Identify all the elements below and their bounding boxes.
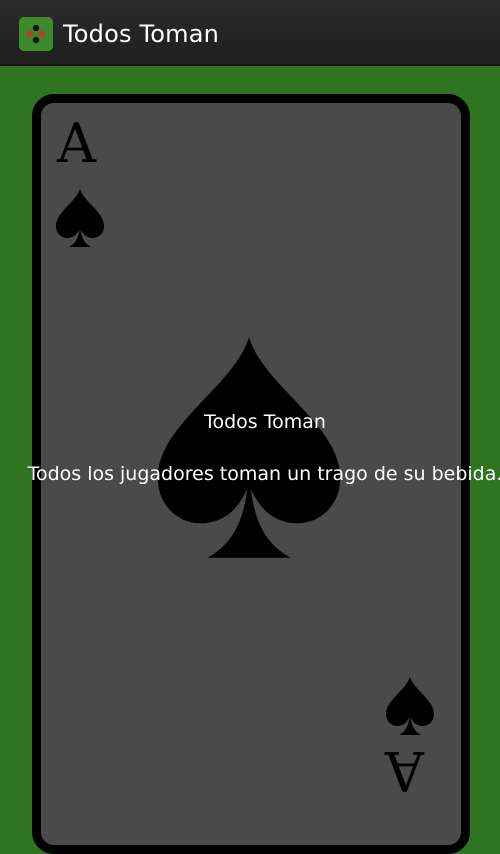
card-rank-top: A — [57, 112, 96, 175]
rule-description: Todos los jugadores toman un trago de su… — [27, 463, 500, 485]
rule-message: Todos Toman Todos los jugadores toman un… — [20, 410, 500, 486]
rule-title: Todos Toman — [204, 411, 326, 433]
app-title: Todos Toman — [63, 20, 220, 48]
card-rank-bottom: A — [385, 739, 424, 802]
spade-icon — [55, 188, 105, 248]
action-bar: Todos Toman — [0, 0, 500, 66]
spade-icon — [385, 676, 435, 736]
app-icon[interactable] — [19, 17, 53, 51]
